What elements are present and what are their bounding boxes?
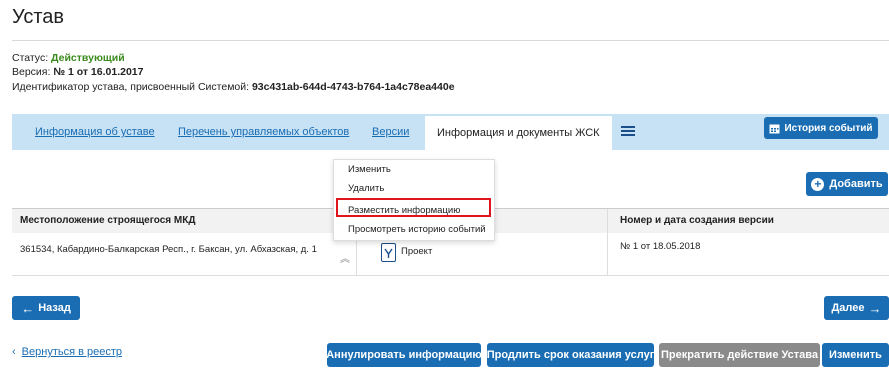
back-to-registry-label: Вернуться в реестр <box>21 346 123 358</box>
highlight-box <box>336 198 491 217</box>
identifier-value: 93c431ab-644d-4743-b764-1a4c78ea440e <box>251 81 455 93</box>
add-button-label: Добавить <box>829 178 883 190</box>
add-button[interactable]: + Добавить <box>806 172 888 196</box>
next-button-label: Далее <box>831 302 865 314</box>
state-text: Проект <box>401 246 433 257</box>
arrow-left-icon: ← <box>21 300 35 316</box>
location-text: 361534, Кабардино-Балкарская Респ., г. Б… <box>20 244 317 255</box>
menu-item-history[interactable]: Просмотреть историю событий <box>334 221 494 239</box>
column-header-version: Номер и дата создания версии <box>608 209 889 233</box>
calendar-icon <box>769 124 780 133</box>
history-button[interactable]: История событий <box>764 117 878 139</box>
document-icon <box>381 243 396 262</box>
arrow-right-icon: → <box>868 300 882 316</box>
stop-charter-button[interactable]: Прекратить действие Устава <box>659 343 820 367</box>
tab-zhsk-documents[interactable]: Информация и документы ЖСК <box>425 116 612 150</box>
tab-charter-info[interactable]: Информация об уставе <box>35 126 155 138</box>
status-line: Статус: Действующий <box>12 52 125 64</box>
back-button-label: Назад <box>38 302 71 314</box>
back-button[interactable]: ← Назад <box>12 296 80 320</box>
chevron-up-icon[interactable]: ︽ <box>340 243 350 277</box>
next-button[interactable]: Далее → <box>824 296 889 320</box>
table-cell-location: 361534, Кабардино-Балкарская Респ., г. Б… <box>12 233 357 275</box>
status-value: Действующий <box>51 52 125 64</box>
tab-bar: Информация об уставе Перечень управляемы… <box>12 114 889 150</box>
identifier-line: Идентификатор устава, присвоенный Систем… <box>12 81 455 93</box>
prolong-button[interactable]: Продлить срок оказания услуг <box>487 343 654 367</box>
chevron-left-icon: ‹ <box>12 346 16 358</box>
column-header-location: Местоположение строящегося МКД <box>12 209 357 233</box>
annul-button[interactable]: Аннулировать информацию <box>326 343 482 367</box>
table-cell-version: № 1 от 18.05.2018 <box>620 241 701 252</box>
menu-item-delete[interactable]: Удалить <box>334 180 494 198</box>
plus-icon: + <box>811 177 825 191</box>
edit-button[interactable]: Изменить <box>822 343 889 367</box>
title-divider <box>12 40 889 41</box>
menu-icon[interactable] <box>621 126 635 138</box>
history-button-label: История событий <box>784 122 873 134</box>
version-line: Версия: № 1 от 16.01.2017 <box>12 66 143 78</box>
tab-versions[interactable]: Версии <box>372 126 409 138</box>
menu-item-edit[interactable]: Изменить <box>334 161 494 179</box>
status-label: Статус: <box>12 52 49 64</box>
version-label: Версия: <box>12 66 51 78</box>
context-menu: Изменить Удалить Разместить информацию П… <box>333 159 495 241</box>
back-to-registry-link[interactable]: ‹ Вернуться в реестр <box>12 346 122 358</box>
tab-managed-objects[interactable]: Перечень управляемых объектов <box>178 126 349 138</box>
version-value: № 1 от 16.01.2017 <box>53 66 144 78</box>
identifier-label: Идентификатор устава, присвоенный Систем… <box>12 81 250 93</box>
page-title: Устав <box>12 6 65 28</box>
